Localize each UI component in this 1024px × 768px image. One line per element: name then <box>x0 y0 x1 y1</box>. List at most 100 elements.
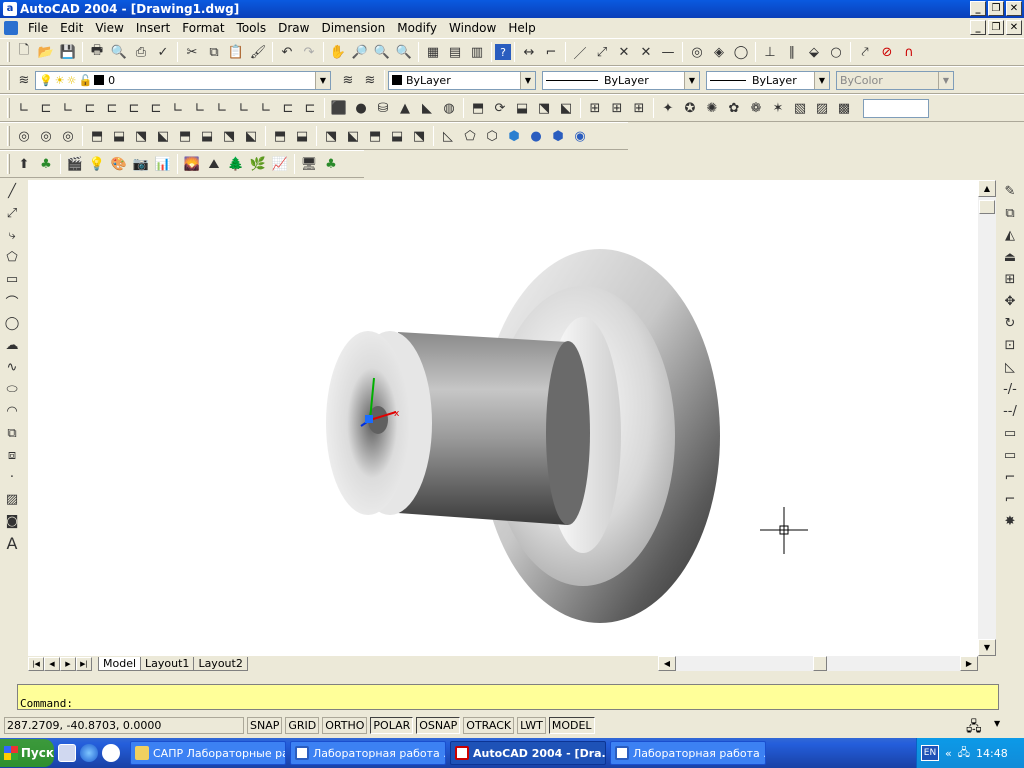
help-icon[interactable]: ? <box>495 44 511 60</box>
layer-dropdown[interactable]: 💡 ☀ ☼ 🔓 0 ▼ <box>35 70 331 90</box>
polyline-icon[interactable]: ⤷ <box>0 224 24 246</box>
background-icon[interactable]: ▧ <box>789 97 811 119</box>
language-indicator[interactable]: EN <box>921 745 939 761</box>
gouraud-shaded-icon[interactable]: ● <box>525 125 547 147</box>
scroll-left-icon[interactable]: ◀ <box>658 656 676 671</box>
match-properties-icon[interactable]: 🖌 <box>247 41 269 63</box>
materials-library-icon[interactable]: ❁ <box>745 97 767 119</box>
ucs-previous-icon[interactable]: ∟ <box>57 97 79 119</box>
menu-draw[interactable]: Draw <box>272 21 315 35</box>
rectangle-icon[interactable]: ▭ <box>0 268 24 290</box>
layer-manager-icon[interactable]: ≋ <box>13 69 35 91</box>
document-icon[interactable] <box>4 21 18 35</box>
export-icon[interactable]: ♣ <box>320 153 342 175</box>
doc-restore-button[interactable]: ❐ <box>988 20 1004 35</box>
material-icon[interactable]: 🎨 <box>108 153 130 175</box>
wedge-icon[interactable]: ◣ <box>416 97 438 119</box>
extrude-icon[interactable]: ⬒ <box>467 97 489 119</box>
node-snap-icon[interactable]: ○ <box>825 41 847 63</box>
plot-preview-icon[interactable]: 🔍 <box>108 41 130 63</box>
design-center-icon[interactable]: ▤ <box>444 41 466 63</box>
fog-icon[interactable]: ▨ <box>811 97 833 119</box>
materials-icon[interactable]: ✿ <box>723 97 745 119</box>
landscape-library-icon[interactable]: 🌲 <box>225 153 247 175</box>
menu-tools[interactable]: Tools <box>231 21 273 35</box>
scroll-down-icon[interactable]: ▼ <box>978 639 996 656</box>
array-icon[interactable]: ⊞ <box>998 268 1022 290</box>
scenes-icon[interactable]: ✪ <box>679 97 701 119</box>
tab-layout2[interactable]: Layout2 <box>193 656 248 671</box>
copy-icon[interactable]: ⧉ <box>203 41 225 63</box>
chevron-down-icon[interactable]: ▼ <box>684 71 699 89</box>
publish-icon[interactable]: ⎙ <box>130 41 152 63</box>
line-icon[interactable]: ╱ <box>0 180 24 202</box>
move-faces-icon[interactable]: ⬓ <box>108 125 130 147</box>
subtract-icon[interactable]: ◎ <box>35 125 57 147</box>
task-word-doc-2[interactable]: Лабораторная работа ... <box>610 741 766 765</box>
minimize-button[interactable]: _ <box>970 1 986 16</box>
chevron-down-icon[interactable]: ▼ <box>315 71 330 89</box>
snap-toggle[interactable]: SNAP <box>247 716 283 734</box>
menu-dimension[interactable]: Dimension <box>315 21 391 35</box>
ucs-zaxis-icon[interactable]: ∟ <box>167 97 189 119</box>
chamfer-icon[interactable]: ⌐ <box>998 466 1022 488</box>
horizontal-scroll-thumb[interactable] <box>813 656 827 671</box>
break-at-point-icon[interactable]: ▭ <box>998 422 1022 444</box>
network-icon[interactable]: 🖧 <box>958 744 970 763</box>
lights-icon[interactable]: ✺ <box>701 97 723 119</box>
clock[interactable]: 14:48 <box>976 747 1008 760</box>
redo-icon[interactable]: ↷ <box>298 41 320 63</box>
toolbar-grip[interactable] <box>7 154 10 174</box>
web-icon[interactable]: ⬆ <box>13 153 35 175</box>
ucs-origin-icon[interactable]: ⊏ <box>145 97 167 119</box>
box-icon[interactable]: ⬛ <box>328 97 350 119</box>
insert-block-icon[interactable]: ⧉ <box>0 422 24 444</box>
scroll-up-icon[interactable]: ▲ <box>978 180 996 197</box>
tree-icon[interactable]: 🌿 <box>247 153 269 175</box>
ucs-z-icon[interactable]: ∟ <box>255 97 277 119</box>
ellipse-arc-icon[interactable]: ◠ <box>0 400 24 422</box>
toolbar-grip[interactable] <box>7 126 10 146</box>
fillet-icon[interactable]: ⌐ <box>998 488 1022 510</box>
scale-icon[interactable]: ⊡ <box>998 334 1022 356</box>
copy-faces-icon[interactable]: ⬔ <box>218 125 240 147</box>
revision-cloud-icon[interactable]: ☁ <box>0 334 24 356</box>
model-toggle[interactable]: MODEL <box>548 716 595 734</box>
arc-icon[interactable]: ⌒ <box>0 290 24 312</box>
taper-faces-icon[interactable]: ⬓ <box>196 125 218 147</box>
ucs-face-icon[interactable]: ⊏ <box>79 97 101 119</box>
show-desktop-icon[interactable] <box>58 744 76 762</box>
teapot-icon[interactable]: ♣ <box>35 153 57 175</box>
spline-icon[interactable]: ∿ <box>0 356 24 378</box>
properties-icon[interactable]: ▦ <box>422 41 444 63</box>
mirror-icon[interactable]: ◭ <box>998 224 1022 246</box>
new-icon[interactable]: 🗋 <box>13 41 35 63</box>
center-snap-icon[interactable]: ◎ <box>686 41 708 63</box>
menu-file[interactable]: File <box>22 21 54 35</box>
first-tab-icon[interactable]: |◀ <box>28 656 44 671</box>
stretch-icon[interactable]: ◺ <box>998 356 1022 378</box>
tab-model[interactable]: Model <box>98 656 142 671</box>
vertical-scrollbar[interactable]: ▲ ▼ <box>978 180 996 656</box>
save-icon[interactable]: 💾 <box>57 41 79 63</box>
imprint-icon[interactable]: ⬔ <box>320 125 342 147</box>
otrack-toggle[interactable]: OTRACK <box>463 716 515 734</box>
landscape-icon[interactable]: ▩ <box>833 97 855 119</box>
ucs-icon[interactable]: ∟ <box>13 97 35 119</box>
coordinates-display[interactable]: 287.2709, -40.8703, 0.0000 <box>4 716 244 734</box>
interfere-icon[interactable]: ⬕ <box>555 97 577 119</box>
last-tab-icon[interactable]: ▶| <box>76 656 92 671</box>
ucs-view-icon[interactable]: ⊏ <box>123 97 145 119</box>
internet-explorer-icon[interactable] <box>80 744 98 762</box>
panda-icon[interactable] <box>102 744 120 762</box>
zoom-previous-icon[interactable]: 🔍 <box>393 41 415 63</box>
autocad-app-icon[interactable]: a <box>3 2 17 16</box>
lwt-toggle[interactable]: LWT <box>517 716 546 734</box>
task-autocad[interactable]: AutoCAD 2004 - [Dra... <box>450 741 606 765</box>
zoom-realtime-icon[interactable]: 🔎 <box>349 41 371 63</box>
camera-icon[interactable]: 🎬 <box>64 153 86 175</box>
landscape-edit-icon[interactable]: ⛰ <box>203 153 225 175</box>
preferences-icon[interactable]: 🖥 <box>298 153 320 175</box>
tool-palettes-icon[interactable]: ▥ <box>466 41 488 63</box>
menu-help[interactable]: Help <box>502 21 541 35</box>
